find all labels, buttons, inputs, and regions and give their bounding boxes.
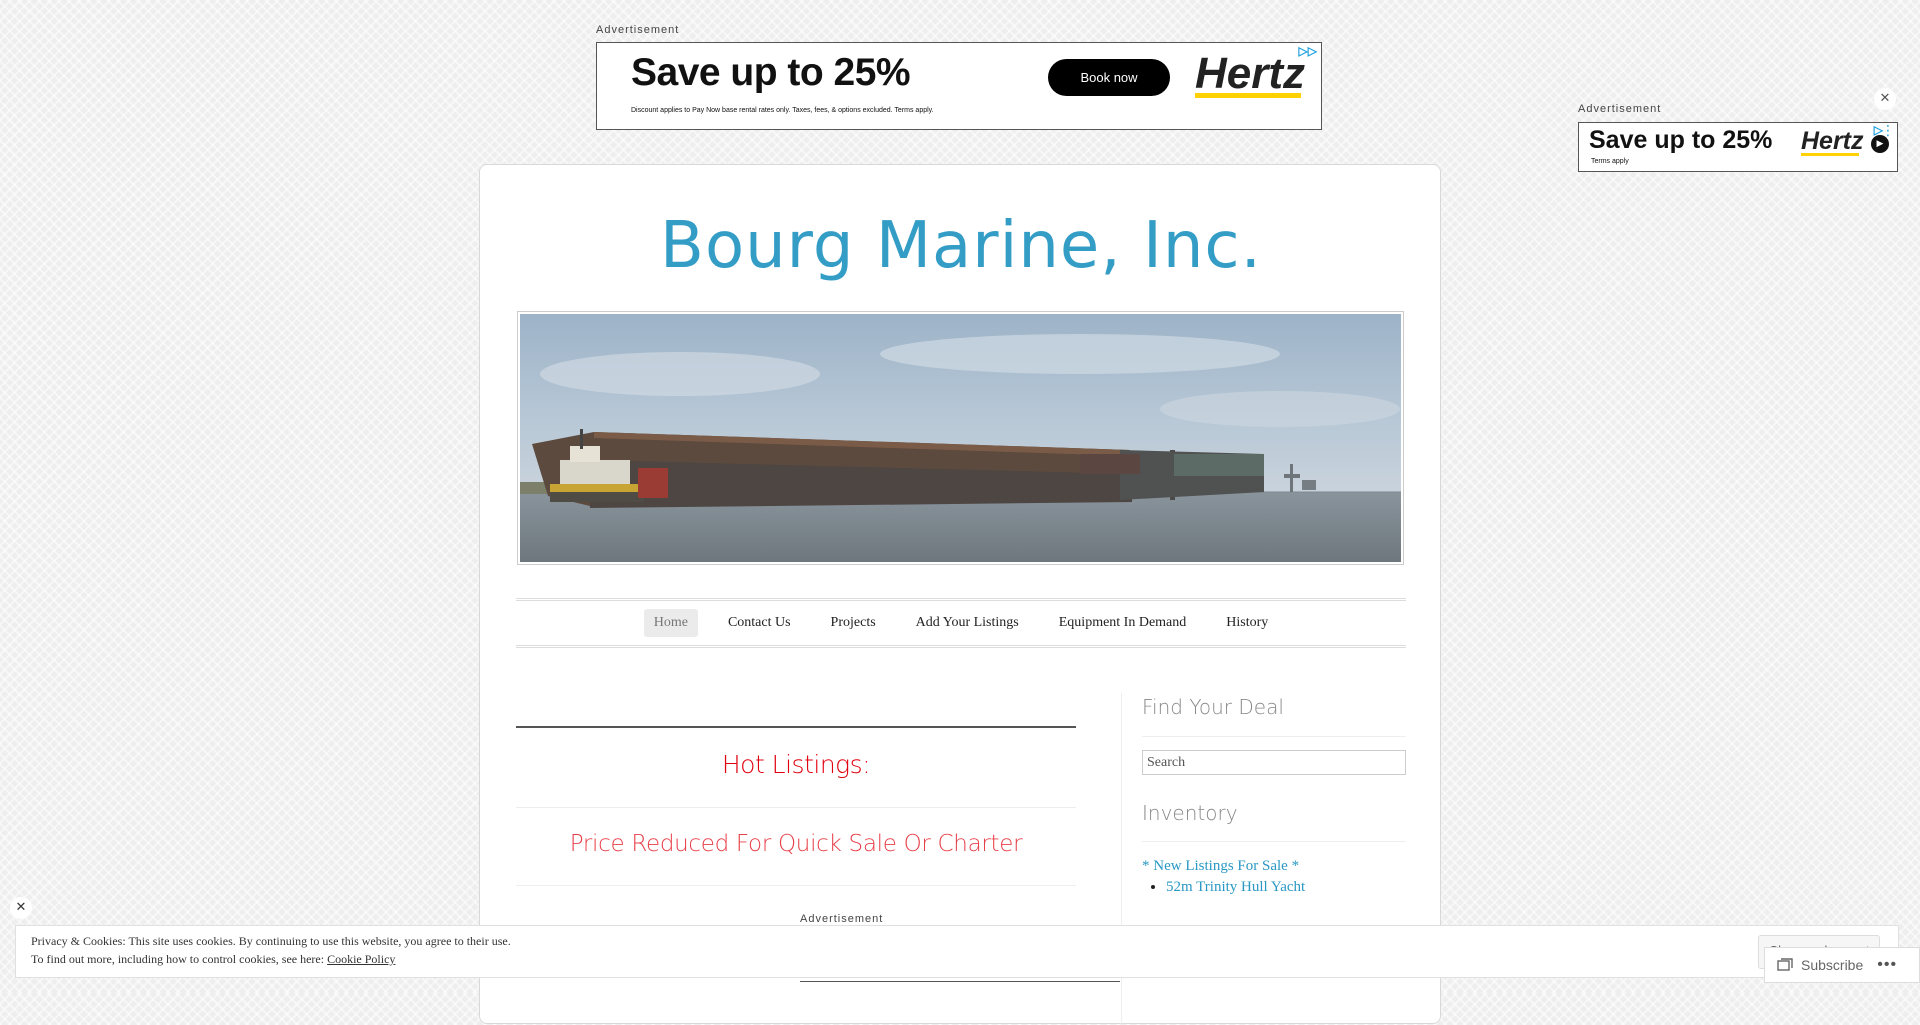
top-banner-ad[interactable]: Save up to 25% Discount applies to Pay N… <box>596 42 1322 130</box>
search-input[interactable] <box>1142 750 1406 775</box>
close-icon[interactable]: ✕ <box>10 897 32 919</box>
advertisement-label: Advertisement <box>800 913 884 925</box>
book-now-button[interactable]: Book now <box>1048 59 1170 96</box>
find-your-deal-heading: Find Your Deal <box>1142 695 1284 719</box>
header-image <box>517 311 1404 565</box>
nav-contact-us[interactable]: Contact Us <box>718 609 801 637</box>
cookie-policy-link[interactable]: Cookie Policy <box>327 952 395 966</box>
nav-home[interactable]: Home <box>643 609 698 637</box>
adchoices-icon[interactable]: ▷▷ <box>1299 44 1317 58</box>
subscribe-bar: Subscribe ••• <box>1764 947 1920 983</box>
advertisement-label: Advertisement <box>596 24 680 36</box>
nav-add-your-listings[interactable]: Add Your Listings <box>906 609 1029 637</box>
page-container: Bourg Marine, Inc. Home Contact Us Proje… <box>479 164 1442 1025</box>
side-banner-ad[interactable]: Save up to 25% Terms apply Hertz ▶ ▷ ⋮ <box>1578 122 1898 172</box>
hertz-logo: Hertz <box>1195 49 1306 98</box>
widget-divider <box>1142 841 1406 842</box>
hot-listings-heading: Hot Listings: <box>721 750 871 779</box>
ad-headline: Save up to 25% <box>631 51 911 94</box>
nav-projects[interactable]: Projects <box>821 609 886 637</box>
widget-divider <box>1142 736 1406 737</box>
nav-equipment-in-demand[interactable]: Equipment In Demand <box>1049 609 1197 637</box>
inventory-list: 52m Trinity Hull Yacht <box>1142 879 1305 896</box>
subscribe-icon <box>1777 958 1793 971</box>
inventory-heading: Inventory <box>1142 801 1238 825</box>
more-icon[interactable]: ⋮ <box>1881 123 1895 139</box>
price-reduced-heading[interactable]: Price Reduced For Quick Sale Or Charter <box>516 831 1076 857</box>
ad-headline: Save up to 25% <box>1589 126 1773 154</box>
cookie-banner: Privacy & Cookies: This site uses cookie… <box>15 925 1899 978</box>
cookie-text: Privacy & Cookies: This site uses cookie… <box>31 934 511 948</box>
nav-history[interactable]: History <box>1216 609 1278 637</box>
ad-fine-print: Terms apply <box>1591 158 1629 165</box>
subscribe-button[interactable]: Subscribe <box>1801 957 1863 973</box>
main-navigation: Home Contact Us Projects Add Your Listin… <box>516 598 1406 648</box>
content-divider <box>516 726 1076 728</box>
close-icon[interactable]: ✕ <box>1874 88 1896 110</box>
listing-link[interactable]: 52m Trinity Hull Yacht <box>1166 879 1305 895</box>
more-icon[interactable]: ••• <box>1877 956 1897 974</box>
ad-fine-print: Discount applies to Pay Now base rental … <box>631 107 934 114</box>
site-title[interactable]: Bourg Marine, Inc. <box>480 209 1442 283</box>
list-item: 52m Trinity Hull Yacht <box>1166 879 1305 896</box>
content-divider <box>516 807 1076 808</box>
content-divider <box>516 885 1076 886</box>
cookie-text: To find out more, including how to contr… <box>31 952 396 966</box>
hertz-logo: Hertz <box>1801 127 1864 156</box>
advertisement-label: Advertisement <box>1578 103 1662 115</box>
new-listings-link[interactable]: * New Listings For Sale * <box>1142 858 1299 875</box>
